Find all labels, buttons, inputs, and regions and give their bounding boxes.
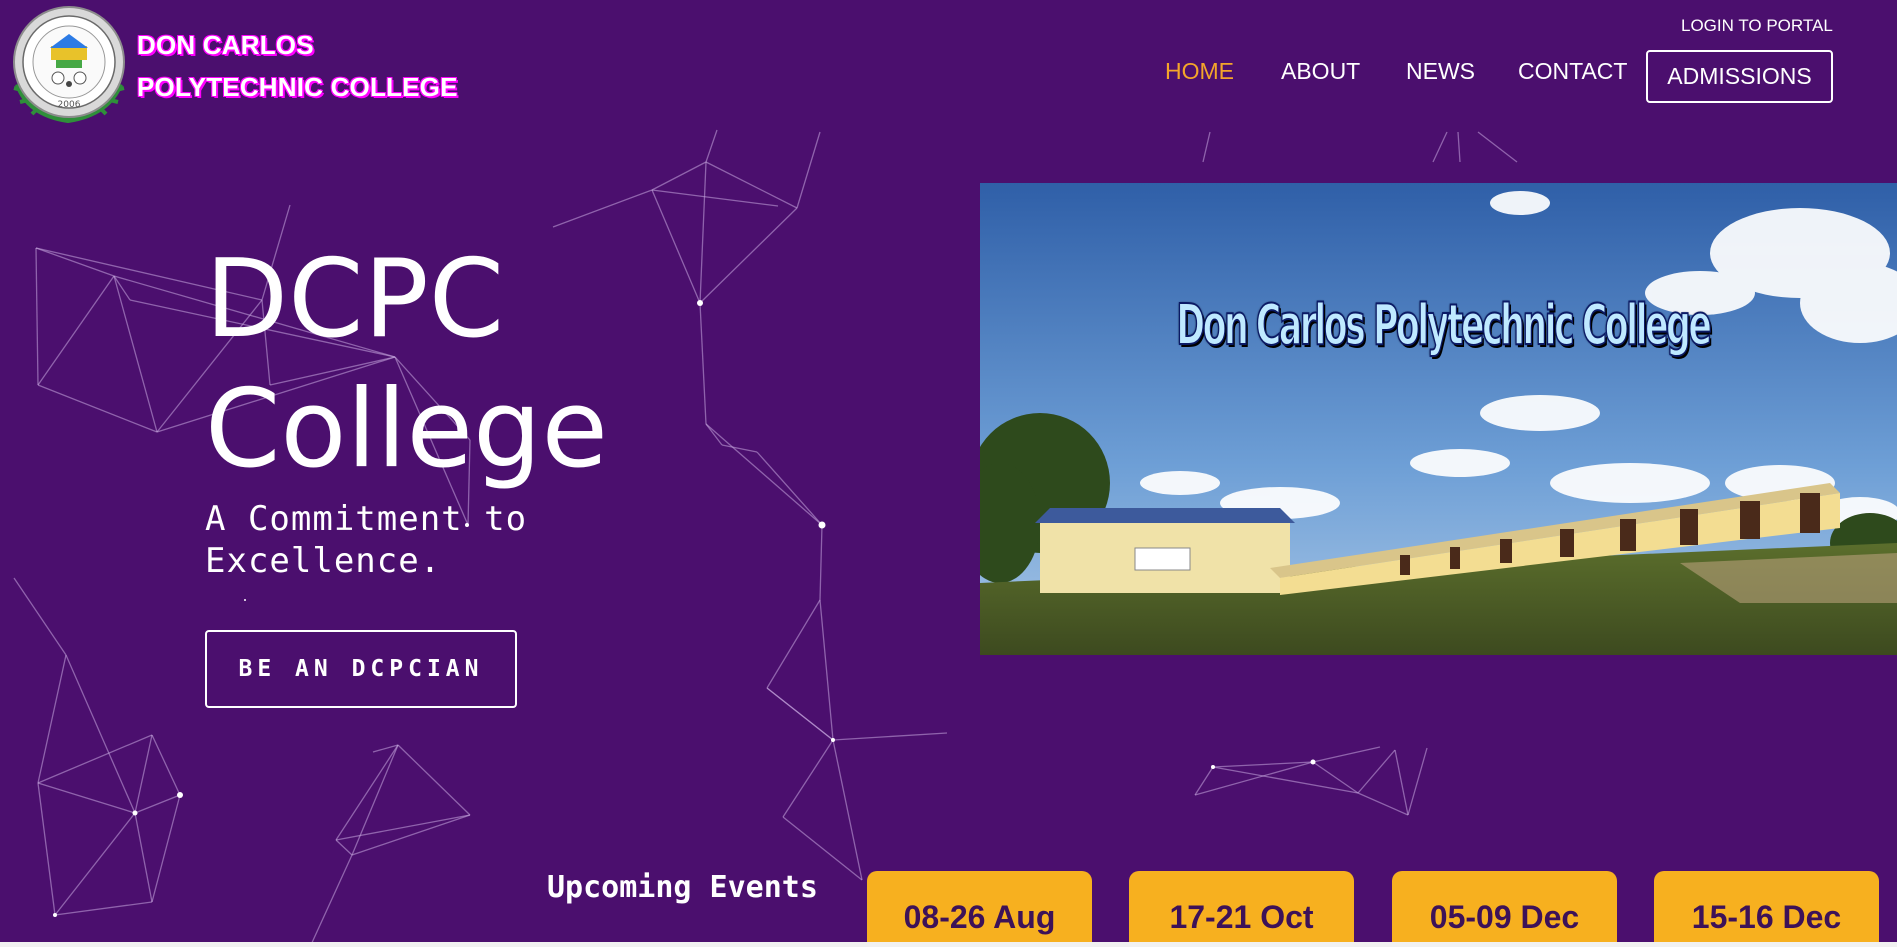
brand-line-1: DON CARLOS	[137, 30, 314, 60]
brand-name[interactable]: DON CARLOS POLYTECHNIC COLLEGE	[137, 24, 458, 108]
hero-title-line-2: College	[205, 367, 608, 492]
nav-news[interactable]: NEWS	[1406, 58, 1475, 85]
tagline-line-2: Excellence.	[205, 541, 442, 581]
page: 2006 DON CARLOS POLYTECHNIC COLLEGE LOGI…	[0, 0, 1897, 947]
brand-line-2: POLYTECHNIC COLLEGE	[137, 72, 458, 102]
campus-photo: Don Carlos Polytechnic College	[980, 183, 1897, 655]
event-card[interactable]: 15-16 Dec	[1654, 871, 1879, 947]
campus-photo-art	[980, 183, 1897, 655]
event-card[interactable]: 08-26 Aug	[867, 871, 1092, 947]
bottom-strip	[0, 942, 1897, 947]
nav-home[interactable]: HOME	[1165, 58, 1234, 85]
hero-tagline: A Commitment to Excellence.	[205, 498, 527, 582]
be-an-dcpcian-button[interactable]: BE AN DCPCIAN	[205, 630, 517, 708]
event-card[interactable]: 17-21 Oct	[1129, 871, 1354, 947]
login-to-portal-link[interactable]: LOGIN TO PORTAL	[1681, 16, 1833, 36]
tagline-line-1: A Commitment to	[205, 499, 528, 539]
admissions-button[interactable]: ADMISSIONS	[1646, 50, 1833, 103]
event-card[interactable]: 05-09 Dec	[1392, 871, 1617, 947]
hero-title-line-1: DCPC	[205, 237, 505, 362]
college-seal-icon[interactable]: 2006	[8, 4, 130, 124]
nav-contact[interactable]: CONTACT	[1518, 58, 1627, 85]
upcoming-events-heading: Upcoming Events	[547, 870, 818, 905]
campus-banner-text: Don Carlos Polytechnic College	[1176, 292, 1713, 359]
hero-title: DCPC College	[205, 235, 608, 495]
svg-text:2006: 2006	[58, 100, 81, 110]
nav-about[interactable]: ABOUT	[1281, 58, 1360, 85]
